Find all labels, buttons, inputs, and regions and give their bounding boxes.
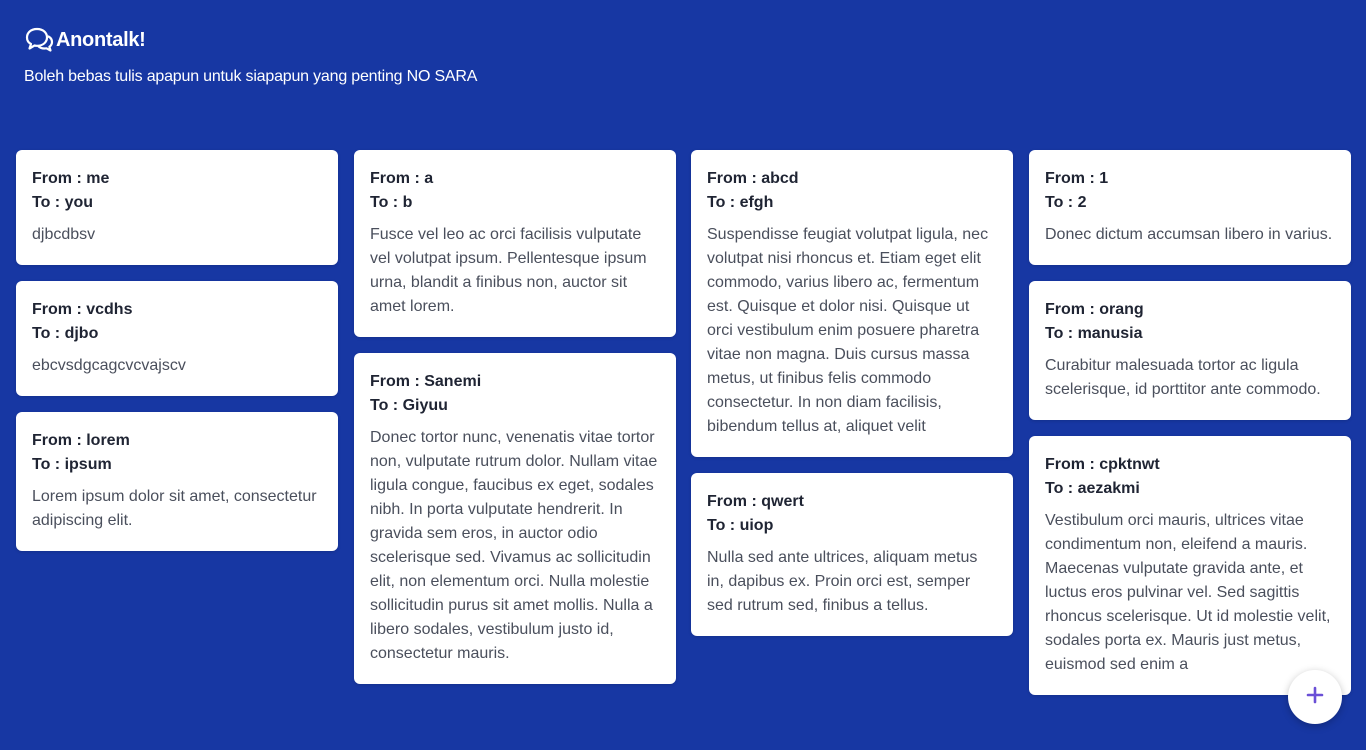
message-card[interactable]: From : abcd To : efgh Suspendisse feugiat … bbox=[691, 150, 1013, 457]
message-from: From : Sanemi bbox=[370, 373, 482, 390]
message-from: From : vcdhs bbox=[32, 301, 133, 318]
message-to: To : efgh bbox=[707, 194, 774, 211]
message-body: Suspendisse feugiat volutpat ligula, nec… bbox=[707, 226, 989, 435]
message-from: From : me bbox=[32, 170, 110, 187]
message-to: To : Giyuu bbox=[370, 397, 448, 414]
message-card[interactable]: From : cpktnwt To : aezakmi Vestibulum orc… bbox=[1029, 436, 1351, 695]
message-to: To : 2 bbox=[1045, 194, 1087, 211]
message-body: Lorem ipsum dolor sit amet, consectetur … bbox=[32, 488, 317, 529]
message-body: Vestibulum orci mauris, ultrices vitae c… bbox=[1045, 512, 1331, 673]
plus-icon bbox=[1306, 686, 1324, 709]
message-card[interactable]: From : a To : b Fusce vel leo ac orci faci… bbox=[354, 150, 676, 337]
message-body: ebcvsdgcagcvcvajscv bbox=[32, 357, 186, 374]
message-body: djbcdbsv bbox=[32, 226, 96, 243]
message-from: From : abcd bbox=[707, 170, 799, 187]
message-column: From : a To : b Fusce vel leo ac orci faci… bbox=[354, 150, 676, 700]
message-from: From : 1 bbox=[1045, 170, 1109, 187]
message-to: To : djbo bbox=[32, 325, 99, 342]
message-from: From : cpktnwt bbox=[1045, 456, 1160, 473]
message-to: To : b bbox=[370, 194, 413, 211]
brand[interactable]: Anontalk! bbox=[24, 26, 477, 54]
message-card[interactable]: From : qwert To : uiop Nulla sed ante ultr… bbox=[691, 473, 1013, 636]
message-from: From : lorem bbox=[32, 432, 130, 449]
message-body: Curabitur malesuada tortor ac ligula sce… bbox=[1045, 357, 1321, 398]
add-message-button[interactable] bbox=[1288, 670, 1342, 724]
message-card[interactable]: From : Sanemi To : Giyuu Donec tortor nunc… bbox=[354, 353, 676, 684]
app-header: Anontalk! Boleh bebas tulis apapun untuk… bbox=[24, 26, 477, 86]
message-from: From : qwert bbox=[707, 493, 804, 510]
chat-bubbles-icon bbox=[24, 26, 54, 54]
message-body: Donec tortor nunc, venenatis vitae torto… bbox=[370, 429, 658, 662]
message-body: Fusce vel leo ac orci facilisis vulputat… bbox=[370, 226, 647, 315]
message-to: To : uiop bbox=[707, 517, 774, 534]
message-to: To : you bbox=[32, 194, 94, 211]
message-card[interactable]: From : orang To : manusia Curabitur malesu… bbox=[1029, 281, 1351, 420]
message-card[interactable]: From : lorem To : ipsum Lorem ipsum dolor … bbox=[16, 412, 338, 551]
message-card[interactable]: From : vcdhs To : djbo ebcvsdgcagcvcvajscv bbox=[16, 281, 338, 396]
message-body: Nulla sed ante ultrices, aliquam metus i… bbox=[707, 549, 978, 614]
app-title: Anontalk! bbox=[56, 28, 146, 51]
message-to: To : manusia bbox=[1045, 325, 1143, 342]
message-column: From : me To : you djbcdbsv From : vcdhs To … bbox=[16, 150, 338, 567]
tagline: Boleh bebas tulis apapun untuk siapapun … bbox=[24, 68, 478, 85]
message-body: Donec dictum accumsan libero in varius. bbox=[1045, 226, 1333, 243]
message-from: From : a bbox=[370, 170, 434, 187]
message-from: From : orang bbox=[1045, 301, 1144, 318]
message-column: From : 1 To : 2 Donec dictum accumsan libe… bbox=[1029, 150, 1351, 711]
message-column: From : abcd To : efgh Suspendisse feugiat … bbox=[691, 150, 1013, 652]
message-card[interactable]: From : 1 To : 2 Donec dictum accumsan libe… bbox=[1029, 150, 1351, 265]
message-card[interactable]: From : me To : you djbcdbsv bbox=[16, 150, 338, 265]
message-to: To : ipsum bbox=[32, 456, 112, 473]
message-to: To : aezakmi bbox=[1045, 480, 1140, 497]
